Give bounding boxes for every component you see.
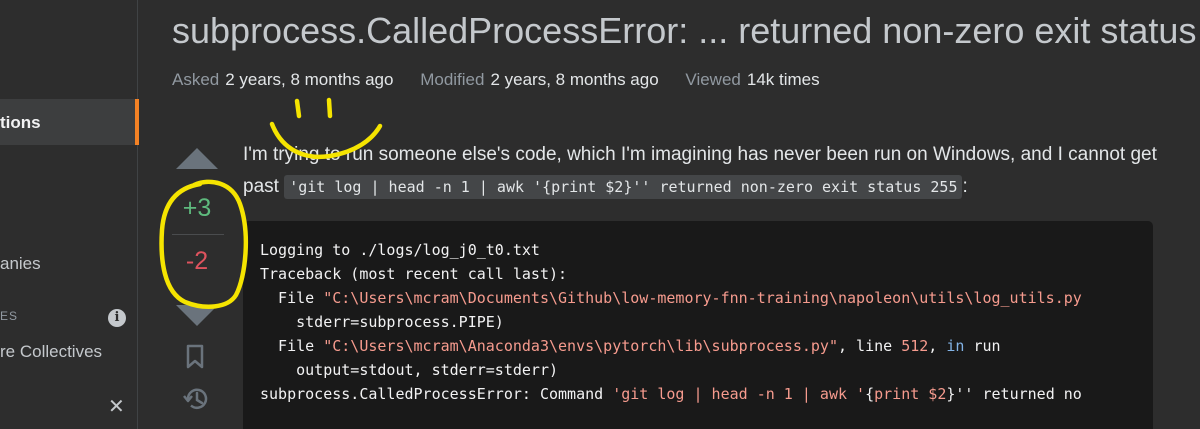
question-text-end: :	[962, 176, 968, 197]
sidebar-item-label: tions	[0, 113, 41, 132]
bookmark-icon[interactable]	[184, 344, 206, 370]
modified-value[interactable]: 2 years, 8 months ago	[490, 70, 658, 89]
asked-value[interactable]: 2 years, 8 months ago	[225, 70, 393, 89]
code-string: "C:\Users\mcram\Documents\Github\low-mem…	[323, 289, 1082, 307]
downvote-arrow-icon[interactable]	[176, 305, 218, 326]
vote-divider	[172, 234, 224, 235]
sidebar-item-collectives[interactable]: re Collectives	[0, 342, 102, 362]
code-token: }'' returned no	[946, 385, 1082, 403]
viewed-label: Viewed	[685, 70, 741, 89]
asked-label: Asked	[172, 70, 220, 89]
modified-label: Modified	[420, 70, 485, 89]
code-block[interactable]: Logging to ./logs/log_j0_t0.txt Tracebac…	[243, 221, 1153, 429]
code-line: File "C:\Users\mcram\Documents\Github\lo…	[260, 289, 1082, 307]
info-icon[interactable]: i	[108, 309, 126, 327]
code-keyword: in	[946, 337, 965, 355]
code-token: File	[260, 289, 324, 307]
code-token: ,	[928, 337, 947, 355]
sidebar-section-label: ES	[0, 309, 19, 323]
code-string: "C:\Users\mcram\Anaconda3\envs\pytorch\l…	[323, 337, 838, 355]
sidebar-item-questions[interactable]: tions	[0, 99, 139, 145]
upvote-arrow-icon[interactable]	[176, 148, 218, 169]
code-token: {	[865, 385, 875, 403]
code-line: stderr=subprocess.PIPE)	[260, 313, 504, 331]
code-line: subprocess.CalledProcessError: Command '…	[260, 385, 1082, 403]
annotation-eye-right	[326, 97, 333, 119]
code-token: File	[260, 337, 324, 355]
active-indicator	[135, 99, 139, 145]
code-token: run	[964, 337, 1001, 355]
code-line: File "C:\Users\mcram\Anaconda3\envs\pyto…	[260, 337, 1001, 355]
page-title[interactable]: subprocess.CalledProcessError: ... retur…	[172, 10, 1196, 52]
code-token: subprocess.CalledProcessError: Command	[260, 385, 613, 403]
code-line: Logging to ./logs/log_j0_t0.txt	[260, 241, 540, 259]
viewed-value: 14k times	[746, 70, 820, 89]
upvote-count: +3	[182, 194, 212, 222]
history-icon[interactable]	[182, 385, 210, 413]
question-meta: Asked 2 years, 8 months ago Modified 2 yea…	[172, 70, 842, 90]
page: tions anies ES i re Collectives ✕ subpro…	[0, 0, 1200, 429]
downvote-count: -2	[185, 247, 209, 275]
left-sidebar: tions anies ES i re Collectives ✕	[0, 0, 139, 429]
code-line: Traceback (most recent call last):	[260, 265, 568, 283]
annotation-eye-left	[294, 98, 302, 119]
code-string: 'git log | head -n 1 | awk '	[612, 385, 866, 403]
code-string: print $2	[874, 385, 947, 403]
close-icon[interactable]: ✕	[108, 394, 125, 419]
code-number: 512	[901, 337, 929, 355]
code-line: output=stdout, stderr=stderr)	[260, 361, 559, 379]
inline-code: 'git log | head -n 1 | awk '{print $2}''…	[284, 175, 963, 199]
sidebar-item-companies[interactable]: anies	[0, 254, 41, 274]
question-body: I'm trying to run someone else's code, w…	[243, 139, 1163, 203]
code-token: , line	[837, 337, 902, 355]
